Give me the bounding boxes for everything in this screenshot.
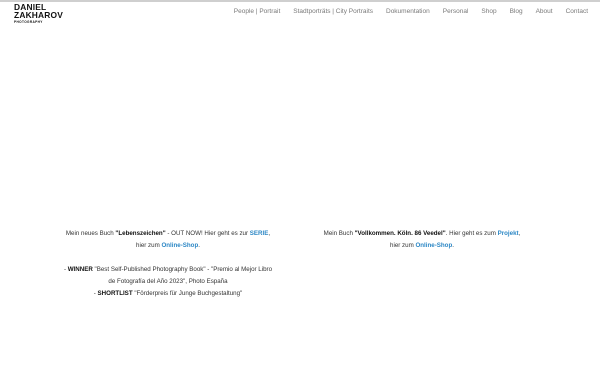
nav-item-people-portrait[interactable]: People | Portrait — [234, 8, 281, 15]
intro-text-mid: . Hier geht es zum — [445, 230, 498, 237]
punctuation: . — [452, 242, 454, 249]
nav-item-city-portraits[interactable]: Stadtporträts | City Portraits — [293, 8, 373, 15]
nav-item-shop[interactable]: Shop — [481, 8, 496, 15]
punctuation: , — [518, 230, 521, 237]
winner-text: "Best Self-Published Photography Book" -… — [92, 266, 273, 273]
book-lebenszeichen-intro: Mein neues Buch "Lebenszeichen" - OUT NO… — [48, 228, 288, 240]
intro-text-mid: - OUT NOW! Hier geht es zur — [165, 230, 250, 237]
serie-link[interactable]: SERIE — [250, 230, 269, 237]
site-logo[interactable]: DANIEL ZAKHAROV PHOTOGRAPHY — [14, 3, 63, 24]
punctuation: , — [268, 230, 271, 237]
book-lebenszeichen-block: Mein neues Buch "Lebenszeichen" - OUT NO… — [48, 228, 288, 300]
shop-text: hier zum — [390, 242, 416, 249]
projekt-link[interactable]: Projekt — [498, 230, 519, 237]
logo-name-last: ZAKHAROV — [14, 10, 64, 21]
shortlist-text: "Förderpreis für Junge Buchgestaltung" — [132, 290, 243, 297]
book-title: "Vollkommen. Köln. 86 Veedel" — [354, 230, 446, 237]
nav-item-contact[interactable]: Contact — [566, 8, 588, 15]
nav-item-personal[interactable]: Personal — [443, 8, 469, 15]
winner-label: WINNER — [67, 266, 93, 273]
logo-tagline: PHOTOGRAPHY — [14, 19, 43, 24]
online-shop-link[interactable]: Online-Shop — [161, 242, 198, 249]
punctuation: . — [198, 242, 200, 249]
main-nav: People | Portrait Stadtporträts | City P… — [234, 8, 588, 15]
nav-item-dokumentation[interactable]: Dokumentation — [386, 8, 430, 15]
book-lebenszeichen-shop-line: hier zum Online-Shop. — [48, 240, 288, 252]
winner-award-line: - WINNER "Best Self-Published Photograph… — [48, 264, 288, 276]
nav-item-about[interactable]: About — [536, 8, 553, 15]
shortlist-label: SHORTLIST — [97, 290, 133, 297]
book-title: "Lebenszeichen" — [115, 230, 166, 237]
intro-text: Mein Buch — [323, 230, 355, 237]
winner-award-line-2: de Fotografía del Año 2023", Photo Españ… — [108, 278, 228, 285]
book-vollkommen-shop-line: hier zum Online-Shop. — [302, 240, 542, 252]
intro-text: Mein neues Buch — [65, 230, 116, 237]
page: DANIEL ZAKHAROV PHOTOGRAPHY People | Por… — [0, 0, 600, 375]
book-vollkommen-block: Mein Buch "Vollkommen. Köln. 86 Veedel".… — [302, 228, 542, 252]
top-border — [0, 0, 600, 2]
shortlist-line: - SHORTLIST "Förderpreis für Junge Buchg… — [48, 288, 288, 300]
online-shop-link[interactable]: Online-Shop — [415, 242, 452, 249]
shop-text: hier zum — [136, 242, 162, 249]
book-vollkommen-intro: Mein Buch "Vollkommen. Köln. 86 Veedel".… — [302, 228, 542, 240]
nav-item-blog[interactable]: Blog — [510, 8, 523, 15]
